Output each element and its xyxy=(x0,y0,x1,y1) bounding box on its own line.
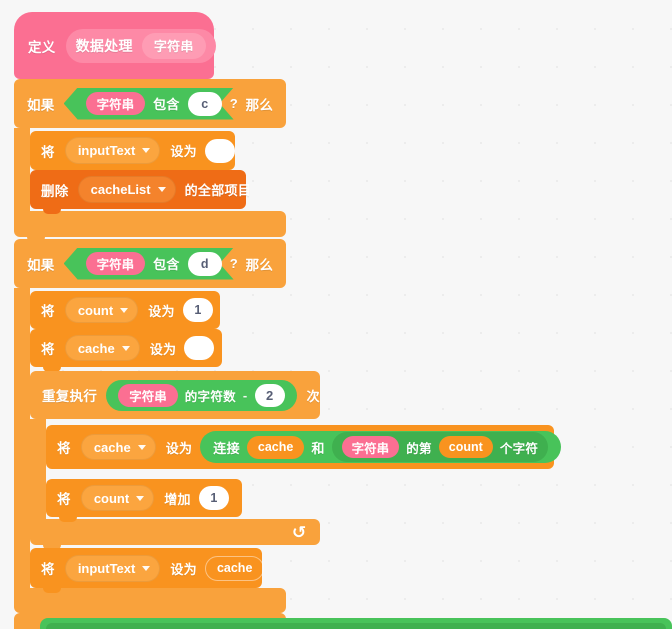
change-by-label: 增加 xyxy=(164,491,191,507)
chevron-down-icon xyxy=(157,187,166,192)
set-inputtext-block-1[interactable]: 将 inputText 设为 xyxy=(30,131,235,170)
change-count-value-input[interactable]: 1 xyxy=(198,486,229,510)
subtract-operator-symbol: - xyxy=(242,387,248,403)
chevron-down-icon xyxy=(136,495,145,501)
delete-all-cachelist-notch xyxy=(43,209,61,214)
variable-dropdown-cache-1[interactable]: cache xyxy=(64,335,140,361)
chevron-down-icon xyxy=(142,565,151,571)
define-proc-name: 数据处理 xyxy=(75,37,133,54)
length-of-string-reporter-subject[interactable]: 字符串 xyxy=(118,383,178,407)
repeat-block-footer[interactable]: ↻ xyxy=(30,519,320,550)
variable-dropdown-inputtext-1[interactable]: inputText xyxy=(64,137,161,164)
letter-of-string-subject[interactable]: 字符串 xyxy=(341,436,400,458)
join-label: 连接 xyxy=(213,440,240,456)
join-operator-block[interactable]: 连接 cache 和 字符串 的第 count 个字符 xyxy=(200,431,562,463)
list-dropdown-cachelist-value: cacheList xyxy=(90,182,151,197)
set-cache-block-1[interactable]: 将 cache 设为 xyxy=(30,329,222,372)
set-to-label-cache-2: 设为 xyxy=(165,440,193,456)
set-inputtext-value-input-1[interactable] xyxy=(204,138,235,163)
delete-all-cachelist-block[interactable]: 删除 cacheList 的全部项目 xyxy=(30,170,251,214)
delete-suffix-label: 的全部项目 xyxy=(184,183,252,198)
if-1-condition-subject[interactable]: 字符串 xyxy=(85,92,146,115)
set-count-block[interactable]: 将 count 设为 1 xyxy=(30,291,220,329)
loop-arrow-icon: ↻ xyxy=(291,523,306,542)
set-cache-value-input-1[interactable] xyxy=(184,336,215,360)
if-2-condition-value-input[interactable]: d xyxy=(187,251,222,276)
if-1-condition-question-mark: ? xyxy=(229,96,238,111)
chevron-down-icon xyxy=(120,307,129,313)
if-2-condition-subject[interactable]: 字符串 xyxy=(85,252,146,275)
repeat-block[interactable]: 重复执行 字符串 的字符数 - 2 次 xyxy=(30,371,320,419)
set-label-cache-1: 将 xyxy=(41,342,55,357)
letter-of-string-block[interactable]: 字符串 的第 count 个字符 xyxy=(331,432,549,462)
chevron-down-icon xyxy=(137,444,146,450)
set-label-1: 将 xyxy=(41,144,55,160)
repeat-label: 重复执行 xyxy=(42,389,98,404)
variable-dropdown-cache-1-value: cache xyxy=(77,340,115,356)
if-1-condition-boolean[interactable]: 字符串 包含 c ? xyxy=(64,88,238,120)
letter-of-prefix-label: 的第 xyxy=(406,441,432,456)
set-inputtext-block-2-notch xyxy=(43,588,61,593)
if-1-keyword-label: 如果 xyxy=(27,97,55,113)
define-param-pill[interactable]: 字符串 xyxy=(141,32,206,59)
if-1-condition-value-input[interactable]: c xyxy=(187,91,222,116)
set-inputtext-block-2[interactable]: 将 inputText 设为 cache xyxy=(30,548,265,593)
define-proc-capsule[interactable]: 数据处理 字符串 xyxy=(65,28,216,63)
variable-dropdown-cache-2[interactable]: cache xyxy=(80,434,156,460)
define-block[interactable]: 定义 数据处理 字符串 xyxy=(14,12,216,84)
set-to-label-count: 设为 xyxy=(148,303,175,319)
subtract-operator-block[interactable]: 字符串 的字符数 - 2 xyxy=(106,379,297,411)
chevron-down-icon xyxy=(142,148,151,153)
set-inputtext-value-reporter-2[interactable]: cache xyxy=(204,555,265,581)
variable-dropdown-inputtext-2-value: inputText xyxy=(77,560,136,576)
if-2-condition-boolean[interactable]: 字符串 包含 d ? xyxy=(64,248,238,280)
delete-label: 删除 xyxy=(41,183,69,199)
letter-of-suffix-label: 个字符 xyxy=(499,441,539,456)
if-2-condition-predicate: 包含 xyxy=(153,257,180,272)
chevron-down-icon xyxy=(121,345,130,351)
if-block-1-spine xyxy=(14,128,30,211)
if-2-condition-question-mark: ? xyxy=(229,256,238,271)
set-label-count: 将 xyxy=(41,304,55,319)
letter-of-index-variable[interactable]: count xyxy=(438,436,493,458)
set-cache-join-block[interactable]: 将 cache 设为 连接 cache 和 字符串 的第 count 个字符 xyxy=(46,425,562,469)
list-dropdown-cachelist[interactable]: cacheList xyxy=(77,176,176,203)
join-first-operand-variable[interactable]: cache xyxy=(246,435,305,459)
variable-dropdown-cache-2-value: cache xyxy=(93,439,131,455)
variable-dropdown-inputtext-1-value: inputText xyxy=(77,143,136,158)
block-workspace-canvas[interactable]: 定义 数据处理 字符串 如果 字符串 包含 c ? 那么 将 inputText… xyxy=(0,0,672,629)
repeat-block-spine xyxy=(30,419,46,519)
variable-dropdown-count-2[interactable]: count xyxy=(80,485,155,511)
variable-dropdown-count-2-value: count xyxy=(93,490,130,506)
set-to-label-2: 设为 xyxy=(170,561,197,577)
change-count-block-notch xyxy=(59,517,77,522)
if-block-1-footer[interactable] xyxy=(14,211,286,242)
set-to-label-1: 设为 xyxy=(170,144,197,159)
repeat-times-label: 次 xyxy=(306,388,320,404)
define-keyword-label: 定义 xyxy=(28,39,56,55)
subtract-right-operand-input[interactable]: 2 xyxy=(254,383,285,407)
define-param-label: 字符串 xyxy=(153,39,194,54)
join-and-label: 和 xyxy=(311,440,325,456)
if-block-2[interactable]: 如果 字符串 包含 d ? 那么 xyxy=(14,239,286,288)
variable-dropdown-count-1-value: count xyxy=(77,302,114,318)
variable-dropdown-inputtext-2[interactable]: inputText xyxy=(64,554,161,582)
set-label-cache-2: 将 xyxy=(57,441,71,456)
change-count-block[interactable]: 将 count 增加 1 xyxy=(46,479,242,522)
set-count-value-input[interactable]: 1 xyxy=(182,298,213,322)
if-block-1[interactable]: 如果 字符串 包含 c ? 那么 xyxy=(14,79,286,128)
set-label-2: 将 xyxy=(41,562,55,577)
change-label-prefix: 将 xyxy=(57,492,71,507)
if-1-condition-predicate: 包含 xyxy=(153,97,180,112)
length-of-string-suffix-label: 的字符数 xyxy=(184,389,236,404)
if-2-keyword-label: 如果 xyxy=(27,257,55,273)
if-block-2-spine xyxy=(14,288,30,588)
set-to-label-cache-1: 设为 xyxy=(149,341,177,357)
next-green-reporter-partial-inner xyxy=(46,623,666,629)
variable-dropdown-count-1[interactable]: count xyxy=(64,297,139,323)
